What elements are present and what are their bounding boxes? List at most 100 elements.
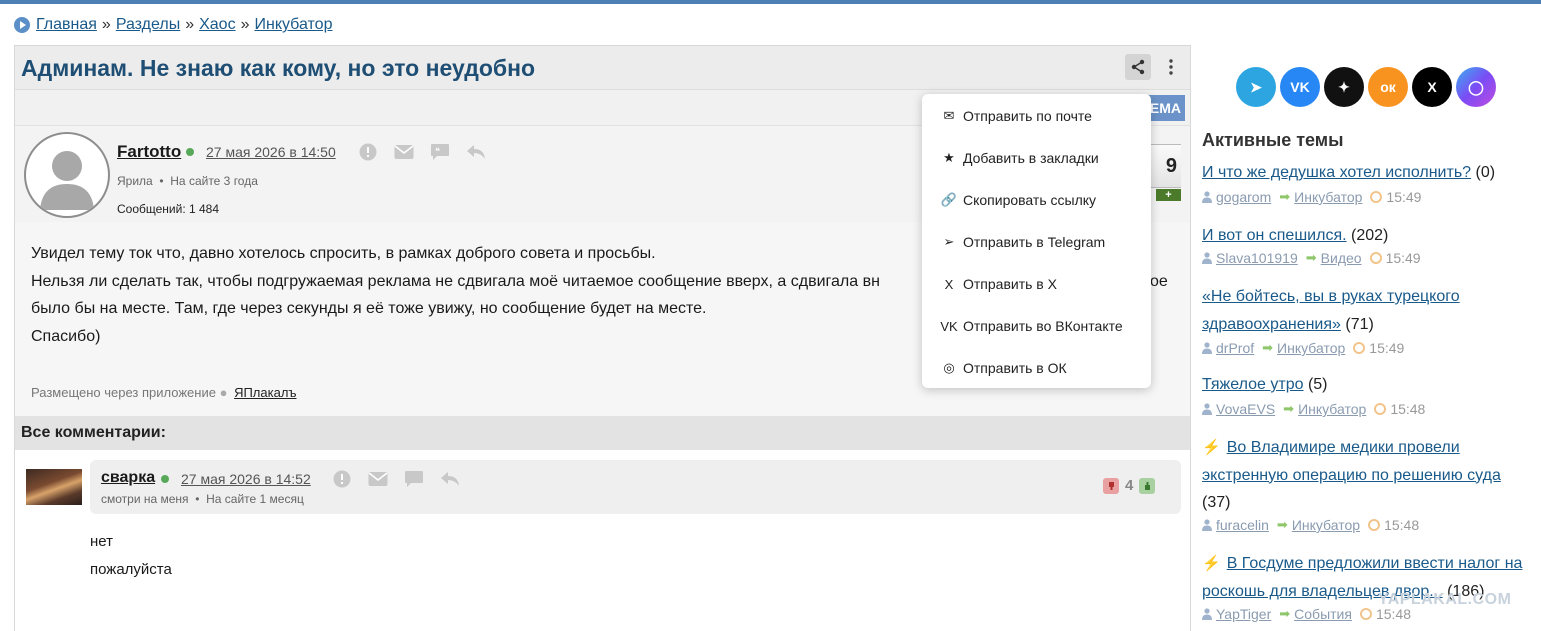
active-topic-link[interactable]: Тяжелое утро — [1202, 376, 1304, 393]
telegram-icon: ➢ — [943, 234, 955, 249]
menu-item-label: Отправить в ОК — [963, 360, 1067, 376]
comment-user-meta: смотри на меня • На сайте 1 месяц — [101, 492, 304, 506]
vk-icon[interactable]: VK — [1280, 67, 1320, 107]
clock-icon — [1359, 608, 1372, 620]
active-topic-user[interactable]: furacelin — [1216, 517, 1269, 533]
active-topic-item: И вот он спешился. (202) — [1202, 222, 1532, 250]
menu-item-x[interactable]: X Отправить в X — [922, 263, 1151, 305]
quote-icon — [405, 471, 423, 487]
menu-item-telegram[interactable]: ➢ Отправить в Telegram — [922, 221, 1151, 263]
menu-item-email[interactable]: ✉ Отправить по почте — [922, 95, 1151, 137]
upvote-button[interactable] — [1139, 477, 1156, 494]
active-topic-time: 15:49 — [1386, 189, 1422, 205]
active-topic-category[interactable]: Инкубатор — [1292, 517, 1360, 533]
menu-item-label: Отправить в X — [963, 276, 1057, 292]
ok-icon: ◎ — [943, 360, 955, 375]
user-message-count: Сообщений: 1 484 — [117, 202, 220, 216]
quote-button[interactable]: ❝ — [429, 141, 451, 163]
link-icon: 🔗 — [940, 192, 958, 207]
rating-plus-button[interactable]: + — [1156, 189, 1181, 201]
breadcrumb-separator: » — [101, 16, 111, 33]
active-topic-category[interactable]: Инкубатор — [1294, 189, 1362, 205]
star-icon: ★ — [943, 150, 955, 165]
active-topic-user[interactable]: VovaEVS — [1216, 401, 1275, 417]
avatar[interactable] — [24, 132, 110, 218]
message-button[interactable] — [393, 141, 415, 163]
arrow-right-icon: ➡ — [1262, 340, 1274, 355]
active-topic-link[interactable]: «Не бойтесь, вы в руках турецкого здраво… — [1202, 288, 1460, 333]
post-author[interactable]: Fartotto — [117, 142, 181, 162]
user-icon — [1202, 403, 1212, 415]
menu-item-bookmark[interactable]: ★ Добавить в закладки — [922, 137, 1151, 179]
posted-via: Размещено через приложение ● ЯПлакалъ — [31, 379, 297, 407]
watermark: YAPLAKAL.COM — [1378, 591, 1512, 608]
menu-item-ok[interactable]: ◎ Отправить в ОК — [922, 347, 1151, 389]
reply-button[interactable] — [465, 141, 487, 163]
posted-via-app-link[interactable]: ЯПлакалъ — [234, 385, 296, 400]
arrow-right-icon: ➡ — [1276, 517, 1288, 532]
active-topic-category[interactable]: События — [1294, 606, 1352, 622]
active-topic-category[interactable]: Инкубатор — [1298, 401, 1366, 417]
active-topic-item: «Не бойтесь, вы в руках турецкого здраво… — [1202, 283, 1532, 338]
more-options-button[interactable] — [1158, 54, 1184, 80]
dzen-icon[interactable]: ✦ — [1324, 67, 1364, 107]
reply-button[interactable] — [439, 468, 461, 490]
breadcrumb-home[interactable]: Главная — [36, 16, 97, 34]
vk-icon: VK — [940, 318, 958, 334]
active-topic-time: 15:49 — [1385, 250, 1421, 266]
report-icon — [359, 143, 377, 161]
max-icon[interactable]: ◯ — [1456, 67, 1496, 107]
downvote-button[interactable] — [1103, 477, 1119, 494]
comment-score: 4 — [1125, 477, 1134, 494]
active-topic-link[interactable]: И что же дедушка хотел исполнить? — [1202, 164, 1471, 181]
menu-item-copy-link[interactable]: 🔗 Скопировать ссылку — [922, 179, 1151, 221]
user-icon — [1202, 608, 1212, 620]
active-topic-count: (71) — [1345, 315, 1374, 333]
kebab-menu-icon — [1169, 59, 1173, 75]
x-icon: X — [944, 276, 954, 292]
report-button[interactable] — [357, 141, 379, 163]
svg-text:❝: ❝ — [435, 147, 440, 157]
breadcrumb-chaos[interactable]: Хаос — [199, 16, 235, 34]
active-topic-link[interactable]: Во Владимире медики провели экстренную о… — [1202, 439, 1501, 484]
x-icon[interactable]: X — [1412, 67, 1452, 107]
menu-item-vk[interactable]: VK Отправить во ВКонтакте — [922, 305, 1151, 347]
comment-avatar[interactable] — [26, 469, 82, 505]
clock-icon — [1369, 252, 1382, 264]
share-button[interactable] — [1125, 54, 1151, 80]
active-topic-meta: furacelin ➡ Инкубатор 15:48 — [1202, 517, 1419, 533]
apple-icon: ● — [219, 385, 228, 400]
menu-item-label: Отправить во ВКонтакте — [963, 318, 1123, 334]
quote-button[interactable] — [403, 468, 425, 490]
breadcrumb-sections[interactable]: Разделы — [116, 16, 180, 34]
comment-actions — [331, 468, 461, 490]
comments-title: Все комментарии: — [15, 416, 1190, 450]
odnoklassniki-icon[interactable]: ок — [1368, 67, 1408, 107]
clock-icon — [1370, 191, 1383, 203]
breadcrumb: Главная » Разделы » Хаос » Инкубатор — [14, 16, 332, 34]
comment-date[interactable]: 27 мая 2026 в 14:52 — [181, 471, 311, 487]
menu-item-label: Отправить по почте — [963, 108, 1092, 124]
active-topic-meta: Slava101919 ➡ Видео 15:49 — [1202, 250, 1421, 266]
breadcrumb-incubator[interactable]: Инкубатор — [254, 16, 332, 34]
share-icon — [1131, 59, 1145, 75]
comment-user-status: смотри на меня — [101, 492, 189, 506]
active-topic-user[interactable]: drProf — [1216, 340, 1254, 356]
comment-author[interactable]: сварка — [101, 469, 155, 487]
active-topic-user[interactable]: YapTiger — [1216, 606, 1271, 622]
active-topic-user[interactable]: Slava101919 — [1216, 250, 1298, 266]
breadcrumb-separator: » — [185, 16, 195, 33]
active-topic-category[interactable]: Видео — [1321, 250, 1362, 266]
posted-via-label: Размещено через приложение — [31, 385, 216, 400]
arrow-right-icon: ➡ — [1279, 606, 1291, 621]
user-icon — [1202, 342, 1212, 354]
active-topic-link[interactable]: И вот он спешился. — [1202, 227, 1347, 244]
report-button[interactable] — [331, 468, 353, 490]
telegram-icon[interactable]: ➤ — [1236, 67, 1276, 107]
post-date[interactable]: 27 мая 2026 в 14:50 — [206, 144, 336, 160]
active-topic-category[interactable]: Инкубатор — [1277, 340, 1345, 356]
message-button[interactable] — [367, 468, 389, 490]
active-topic-user[interactable]: gogarom — [1216, 189, 1271, 205]
active-topic-time: 15:48 — [1390, 401, 1426, 417]
breadcrumb-play-icon — [14, 17, 30, 33]
